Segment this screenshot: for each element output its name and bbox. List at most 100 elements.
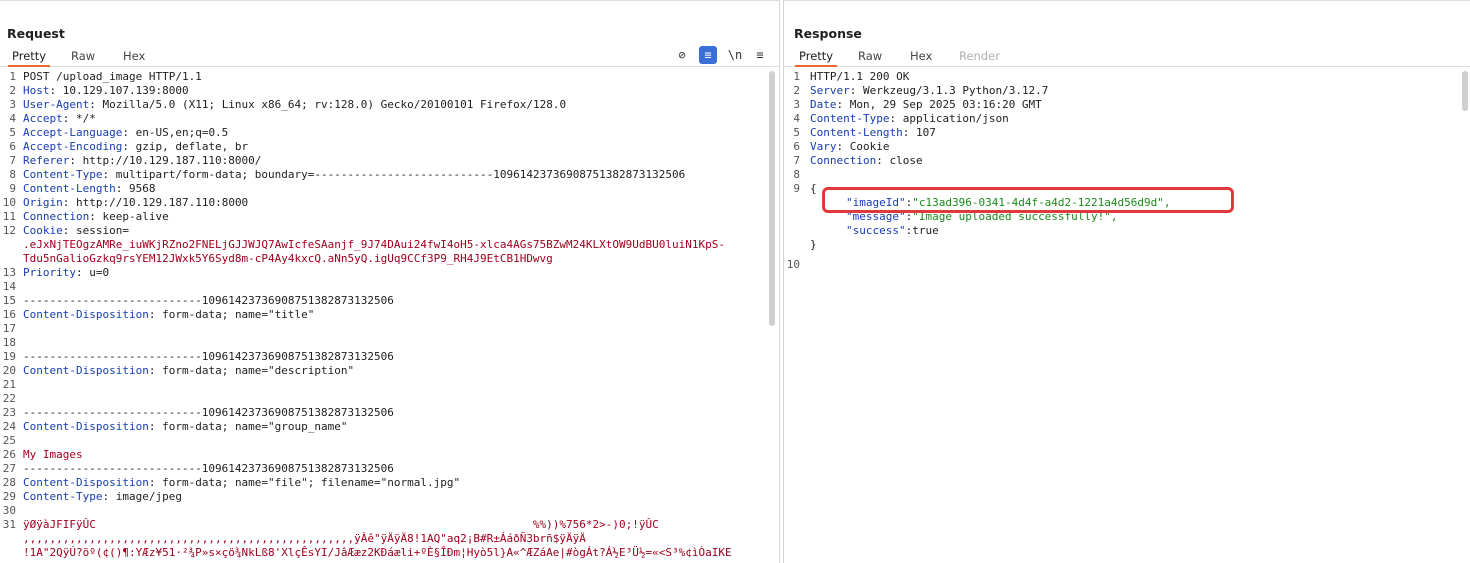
request-pane: Request Pretty Raw Hex ⊘ ≡ \n ≡ 1 POST /u…: [0, 0, 780, 563]
code-line: Content-Disposition: form-data; name="fi…: [23, 476, 765, 490]
header-value: application/json: [896, 112, 1009, 125]
header-value: http://10.129.187.110:8000: [69, 196, 249, 209]
tab-pretty[interactable]: Pretty: [795, 48, 838, 67]
header-name: Content-Length: [810, 126, 903, 139]
line-number: 1: [793, 70, 800, 83]
header-name: Content-Type: [23, 490, 103, 503]
line-number: 19: [2, 350, 16, 363]
line-number: 14: [2, 280, 16, 293]
newline-icon[interactable]: \n: [726, 46, 744, 64]
code-line: Content-Disposition: form-data; name="ti…: [23, 308, 765, 322]
line-number: 4: [9, 112, 16, 125]
header-value: ÿØÿàJFIFÿÛC %%))%756*2>-)0;!ÿÛC: [23, 518, 659, 531]
response-pane: Response Pretty Raw Hex Render 1 HTTP/1.1…: [783, 0, 1470, 563]
tab-hex[interactable]: Hex: [119, 48, 149, 64]
tab-pretty[interactable]: Pretty: [8, 48, 51, 67]
code-line: HTTP/1.1 200 OK: [810, 70, 909, 84]
request-scrollbar[interactable]: [769, 71, 775, 326]
response-editor[interactable]: 1 HTTP/1.1 200 OK 2 Server: Werkzeug/3.1.3 …: [784, 70, 1470, 563]
header-value: My Images: [23, 448, 83, 461]
header-name: Content-Disposition: [23, 476, 149, 489]
code-line: ---------------------------1096142373690…: [23, 350, 765, 364]
line-number: 18: [2, 336, 16, 349]
line-number: 17: [2, 322, 16, 335]
header-value: en-US,en;q=0.5: [128, 126, 229, 139]
code-line: ---------------------------1096142373690…: [23, 462, 765, 476]
header-value: keep-alive: [95, 210, 169, 223]
header-value: ,,,,,,,,,,,,,,,,,,,,,,,,,,,,,,,,,,,,,,,,…: [23, 532, 586, 545]
header-value: gzip, deflate, br: [128, 140, 249, 153]
header-name: Content-Length: [23, 182, 116, 195]
header-name: ---------------------------1096142373690…: [23, 406, 394, 419]
line-number: 12: [2, 224, 16, 237]
header-name: Accept: [23, 112, 63, 125]
code-line: {: [810, 182, 817, 196]
code-line: Accept-Encoding: gzip, deflate, br: [23, 140, 765, 154]
header-name: ---------------------------1096142373690…: [23, 350, 394, 363]
line-number: 2: [793, 84, 800, 97]
code-line: .eJxNjTEOgzAMRe_iuWKjRZno2FNELjGJJWJQ7Aw…: [23, 238, 765, 252]
header-value: Cookie: [843, 140, 890, 153]
tab-hex[interactable]: Hex: [906, 48, 936, 64]
code-line: Origin: http://10.129.187.110:8000: [23, 196, 765, 210]
header-value: form-data; name="title": [155, 308, 315, 321]
line-number: 7: [793, 154, 800, 167]
header-value: image/jpeg: [109, 490, 182, 503]
tab-raw[interactable]: Raw: [854, 48, 886, 64]
close-brace: }: [810, 238, 817, 251]
header-value: u=0: [82, 266, 110, 279]
line-number: 8: [793, 168, 800, 181]
json-line: "success":true: [846, 224, 939, 238]
response-title: Response: [794, 26, 862, 41]
header-value: .eJxNjTEOgzAMRe_iuWKjRZno2FNELjGJJWJQ7Aw…: [23, 238, 725, 251]
line-number: 24: [2, 420, 16, 433]
code-line: Content-Disposition: form-data; name="de…: [23, 364, 765, 378]
header-name: Content-Disposition: [23, 420, 149, 433]
request-editor[interactable]: 1 POST /upload_image HTTP/1.1 2 Host: 10.12…: [0, 70, 779, 563]
response-scrollbar[interactable]: [1462, 71, 1468, 111]
header-name: Connection: [23, 210, 90, 223]
code-line: POST /upload_image HTTP/1.1: [23, 70, 765, 84]
line-number: 20: [2, 364, 16, 377]
line-number: 22: [2, 392, 16, 405]
header-name: HTTP/1.1 200 OK: [810, 70, 910, 83]
header-name: User-Agent: [23, 98, 90, 111]
wrap-lines-icon[interactable]: ≡: [699, 46, 717, 64]
request-tabs: Pretty Raw Hex: [0, 48, 779, 67]
header-value: http://10.129.187.110:8000/: [75, 154, 262, 167]
header-name: Content-Disposition: [23, 364, 149, 377]
eye-slash-icon[interactable]: ⊘: [673, 46, 691, 64]
code-line: Tdu5nGalioGzkq9rsYEM12JWxk5Y6Syd8m-cP4Ay…: [23, 252, 765, 266]
menu-icon[interactable]: ≡: [751, 46, 769, 64]
colon: :: [69, 154, 76, 167]
line-number: 21: [2, 378, 16, 391]
code-line: User-Agent: Mozilla/5.0 (X11; Linux x86_…: [23, 98, 765, 112]
header-name: Priority: [23, 266, 76, 279]
header-name: Connection: [810, 154, 877, 167]
line-number: 7: [9, 154, 16, 167]
header-name: Date: [810, 98, 837, 111]
json-key: "success": [846, 224, 906, 237]
line-number: 30: [2, 504, 16, 517]
header-value: form-data; name="file"; filename="normal…: [155, 476, 461, 489]
response-tabs: Pretty Raw Hex Render: [784, 48, 1470, 67]
code-line: Host: 10.129.107.139:8000: [23, 84, 765, 98]
header-value: !1A"2QÿÚ?õº(¢()¶:Y­Æz¥51·²¾P»s×çö¾NkLß8'…: [23, 546, 732, 559]
line-number: 6: [793, 140, 800, 153]
line-number: 10: [2, 196, 16, 209]
code-line: Accept: */*: [23, 112, 765, 126]
line-number: 5: [793, 126, 800, 139]
highlight-box: [822, 187, 1234, 213]
tab-raw[interactable]: Raw: [67, 48, 99, 64]
header-name: Content-Type: [810, 112, 890, 125]
line-number: 13: [2, 266, 16, 279]
line-number: 10: [786, 258, 800, 271]
header-value: Mozilla/5.0 (X11; Linux x86_64; rv:128.0…: [95, 98, 567, 111]
header-name: Server: [810, 84, 850, 97]
line-number: 26: [2, 448, 16, 461]
line-number: 15: [2, 294, 16, 307]
header-name: Referer: [23, 154, 70, 167]
header-value: Tdu5nGalioGzkq9rsYEM12JWxk5Y6Syd8m-cP4Ay…: [23, 252, 553, 265]
code-line: Date: Mon, 29 Sep 2025 03:16:20 GMT: [810, 98, 1042, 112]
code-line: Content-Type: application/json: [810, 112, 1009, 126]
